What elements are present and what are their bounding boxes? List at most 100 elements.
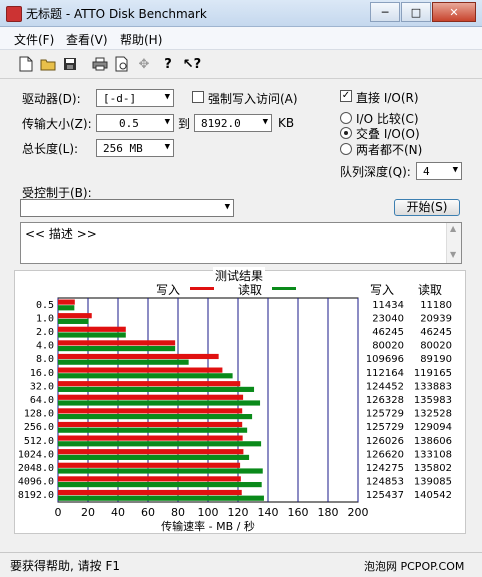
y-category-label: 16.0 — [30, 368, 54, 379]
read-bar — [58, 414, 253, 420]
save-icon[interactable] — [60, 54, 80, 74]
x-axis-label: 传输速率 - MB / 秒 — [161, 519, 255, 533]
menu-bar: 文件(F) 查看(V) 帮助(H) — [0, 27, 482, 50]
status-text: 要获得帮助, 请按 F1 — [10, 559, 120, 573]
total-length-label: 总长度(L): — [22, 142, 79, 156]
description-scrollbar[interactable]: ▲ ▼ — [446, 223, 461, 263]
direct-io-checkbox[interactable]: ✓ — [340, 90, 352, 102]
x-tick-label: 160 — [288, 506, 309, 519]
y-category-label: 256.0 — [24, 422, 54, 433]
results-chart: 0 20 40 60 80 100 120 140 160 180 200 传输速率 - MB / 秒… — [18, 297, 452, 533]
print-preview-icon[interactable] — [112, 54, 132, 74]
controlled-by-select[interactable]: ▼ — [20, 199, 234, 217]
description-text: << 描述 >> — [25, 227, 97, 241]
write-bar — [58, 449, 244, 455]
print-icon[interactable] — [90, 54, 110, 74]
read-bar — [58, 400, 261, 406]
to-label: 到 — [178, 117, 191, 131]
read-bar — [58, 373, 233, 379]
write-bar — [58, 367, 223, 373]
write-bar — [58, 394, 244, 400]
y-category-label: 1024.0 — [18, 449, 54, 460]
write-bar — [58, 421, 243, 428]
chevron-down-icon: ▼ — [164, 142, 170, 152]
minimize-icon[interactable]: ─ — [370, 2, 400, 22]
read-value: 119165 — [414, 368, 452, 379]
y-category-label: 1.0 — [36, 313, 54, 324]
force-write-checkbox[interactable] — [192, 91, 204, 103]
write-bar — [58, 462, 241, 468]
open-folder-icon[interactable] — [38, 54, 58, 74]
write-value: 11434 — [372, 300, 404, 311]
x-tick-label: 80 — [171, 506, 185, 519]
scroll-down-icon[interactable]: ▼ — [450, 250, 456, 259]
new-file-icon[interactable] — [16, 54, 36, 74]
x-tick-label: 20 — [81, 506, 95, 519]
kb-label: KB — [278, 116, 295, 130]
move-icon[interactable]: ✥ — [134, 54, 154, 74]
y-category-label: 4096.0 — [18, 477, 54, 488]
context-help-icon[interactable]: ↖? — [182, 54, 202, 74]
force-write-label: 强制写入访问(A) — [208, 92, 298, 106]
read-value: 20939 — [420, 313, 452, 324]
drive-select[interactable]: [-d-] ▼ — [96, 89, 174, 107]
io-compare-radio[interactable] — [340, 112, 352, 124]
description-box[interactable]: << 描述 >> ▲ ▼ — [20, 222, 462, 264]
read-value: 135802 — [414, 463, 452, 474]
read-value: 133883 — [414, 381, 452, 392]
neither-radio[interactable] — [340, 143, 352, 155]
read-value: 139085 — [414, 477, 452, 488]
close-icon[interactable]: ✕ — [432, 2, 476, 22]
write-value: 46245 — [372, 327, 404, 338]
read-value: 133108 — [414, 449, 452, 460]
read-value: 140542 — [414, 490, 452, 501]
drive-label: 驱动器(D): — [22, 92, 81, 106]
x-tick-label: 40 — [111, 506, 125, 519]
help-icon[interactable]: ? — [158, 54, 178, 74]
y-category-label: 512.0 — [24, 436, 54, 447]
write-value: 124853 — [366, 477, 404, 488]
write-bar — [58, 326, 126, 332]
chevron-down-icon: ▼ — [164, 92, 170, 102]
total-length-select[interactable]: 256 MB ▼ — [96, 139, 174, 157]
menu-view[interactable]: 查看(V) — [66, 31, 108, 48]
read-value: 89190 — [420, 354, 452, 365]
app-icon — [6, 6, 22, 22]
maximize-icon[interactable]: □ — [401, 2, 431, 22]
menu-file[interactable]: 文件(F) — [14, 31, 54, 48]
menu-help[interactable]: 帮助(H) — [120, 31, 162, 48]
chevron-down-icon: ▼ — [262, 117, 268, 127]
read-bar — [58, 482, 262, 488]
window-controls: ─ □ ✕ — [369, 2, 476, 22]
x-tick-label: 60 — [141, 506, 155, 519]
write-value: 124275 — [366, 463, 404, 474]
overlapped-io-radio[interactable] — [340, 127, 352, 139]
write-bar — [58, 340, 176, 346]
queue-depth-select[interactable]: 4 ▼ — [416, 162, 462, 180]
read-bar — [58, 346, 176, 352]
read-bar — [58, 454, 250, 460]
write-value: 109696 — [366, 354, 404, 365]
read-bar — [58, 305, 75, 311]
y-category-label: 128.0 — [24, 409, 54, 420]
read-value: 80020 — [420, 341, 452, 352]
write-value: 124452 — [366, 381, 404, 392]
read-value: 11180 — [420, 300, 452, 311]
start-button[interactable]: 开始(S) — [394, 199, 460, 216]
y-category-label: 8.0 — [36, 354, 54, 365]
write-value: 126328 — [366, 395, 404, 406]
y-category-label: 2.0 — [36, 327, 54, 338]
write-bar — [58, 299, 75, 305]
transfer-from-select[interactable]: 0.5 ▼ — [96, 114, 174, 132]
y-category-label: 8192.0 — [18, 490, 54, 501]
scroll-up-icon[interactable]: ▲ — [450, 224, 456, 233]
write-value: 125729 — [366, 409, 404, 420]
transfer-to-select[interactable]: 8192.0 ▼ — [194, 114, 272, 132]
write-bar — [58, 353, 219, 360]
read-bar — [58, 359, 189, 365]
x-tick-label: 140 — [258, 506, 279, 519]
toolbar: ✥ ? ↖? — [0, 50, 482, 79]
write-legend-swatch — [190, 287, 214, 290]
overlapped-io-label: 交叠 I/O(O) — [356, 127, 420, 141]
watermark: 泡泡网 PCPOP.COM — [364, 560, 465, 573]
